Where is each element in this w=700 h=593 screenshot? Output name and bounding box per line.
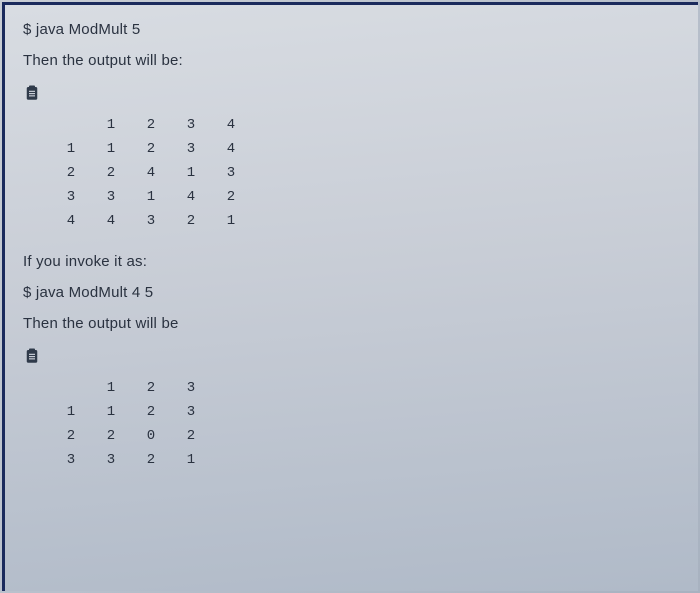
cell: 3 (211, 161, 251, 185)
cell: 4 (131, 161, 171, 185)
cell: 1 (91, 137, 131, 161)
cell: 3 (51, 448, 91, 472)
cell: 2 (51, 161, 91, 185)
cell: 4 (91, 209, 131, 233)
cell: 1 (91, 113, 131, 137)
cell: 2 (131, 137, 171, 161)
table-row: 3 3 2 1 (51, 448, 211, 472)
cell: 3 (51, 185, 91, 209)
mult-table-2: 1 2 3 1 1 2 3 2 2 0 2 3 3 2 1 (51, 376, 211, 472)
cell: 3 (171, 376, 211, 400)
table-row: 4 4 3 2 1 (51, 209, 251, 233)
command-line-1: $ java ModMult 5 (23, 21, 682, 38)
cell: 1 (91, 376, 131, 400)
cell: 1 (171, 161, 211, 185)
cell: 1 (211, 209, 251, 233)
document-frame: $ java ModMult 5 Then the output will be… (2, 2, 698, 591)
table-row: 3 3 1 4 2 (51, 185, 251, 209)
cell: 4 (51, 209, 91, 233)
cell: 2 (51, 424, 91, 448)
cell: 3 (91, 185, 131, 209)
cell: 1 (51, 400, 91, 424)
cell: 1 (51, 137, 91, 161)
clipboard-icon (23, 83, 41, 103)
cell: 2 (171, 424, 211, 448)
table-row: 1 2 3 4 (51, 113, 251, 137)
cell: 2 (171, 209, 211, 233)
cell: 2 (91, 424, 131, 448)
clipboard-icon (23, 346, 41, 366)
output-intro-1: Then the output will be: (23, 52, 682, 69)
cell: 3 (171, 113, 211, 137)
table-row: 1 1 2 3 (51, 400, 211, 424)
cell: 1 (131, 185, 171, 209)
cell: 2 (131, 448, 171, 472)
cell: 2 (211, 185, 251, 209)
cell: 4 (211, 113, 251, 137)
cell: 3 (131, 209, 171, 233)
table-row: 1 2 3 (51, 376, 211, 400)
cell: 1 (171, 448, 211, 472)
invoke-intro-2: If you invoke it as: (23, 253, 682, 270)
output-intro-2: Then the output will be (23, 315, 682, 332)
cell: 4 (171, 185, 211, 209)
cell (51, 376, 91, 400)
cell: 3 (171, 400, 211, 424)
table-row: 2 2 4 1 3 (51, 161, 251, 185)
cell: 2 (91, 161, 131, 185)
cell: 0 (131, 424, 171, 448)
cell: 4 (211, 137, 251, 161)
table-row: 1 1 2 3 4 (51, 137, 251, 161)
cell: 3 (91, 448, 131, 472)
cell: 1 (91, 400, 131, 424)
command-line-2: $ java ModMult 4 5 (23, 284, 682, 301)
cell: 2 (131, 400, 171, 424)
cell: 2 (131, 376, 171, 400)
cell: 2 (131, 113, 171, 137)
mult-table-1: 1 2 3 4 1 1 2 3 4 2 2 4 1 3 3 3 1 4 2 4 (51, 113, 251, 233)
table-row: 2 2 0 2 (51, 424, 211, 448)
cell: 3 (171, 137, 211, 161)
cell (51, 113, 91, 137)
